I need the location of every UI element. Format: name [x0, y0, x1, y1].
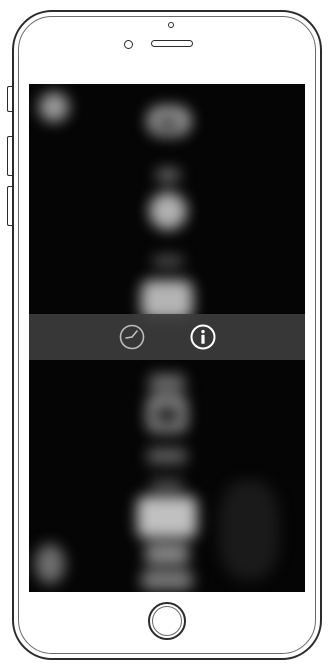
blurred-shape	[35, 544, 65, 584]
earpiece-speaker	[151, 40, 193, 47]
blurred-shape	[157, 118, 179, 128]
quick-actions-bar	[29, 314, 305, 360]
info-icon[interactable]	[189, 323, 217, 351]
front-camera	[124, 40, 133, 49]
blurred-shape	[147, 448, 187, 464]
phone-screen	[29, 84, 305, 592]
blurred-shape	[137, 496, 197, 538]
clock-icon[interactable]	[118, 323, 146, 351]
blurred-shape	[149, 374, 185, 392]
blurred-shape	[153, 256, 183, 266]
blurred-shape	[155, 168, 181, 182]
blurred-shape	[39, 92, 69, 122]
proximity-sensor	[168, 22, 174, 28]
blurred-shape	[145, 544, 189, 564]
blurred-shape	[141, 570, 193, 590]
home-button[interactable]	[148, 602, 186, 640]
blurred-shape	[155, 406, 179, 424]
blurred-shape	[219, 480, 279, 580]
blurred-shape	[151, 480, 183, 490]
blurred-shape	[149, 192, 187, 230]
phone-mockup	[0, 0, 334, 668]
